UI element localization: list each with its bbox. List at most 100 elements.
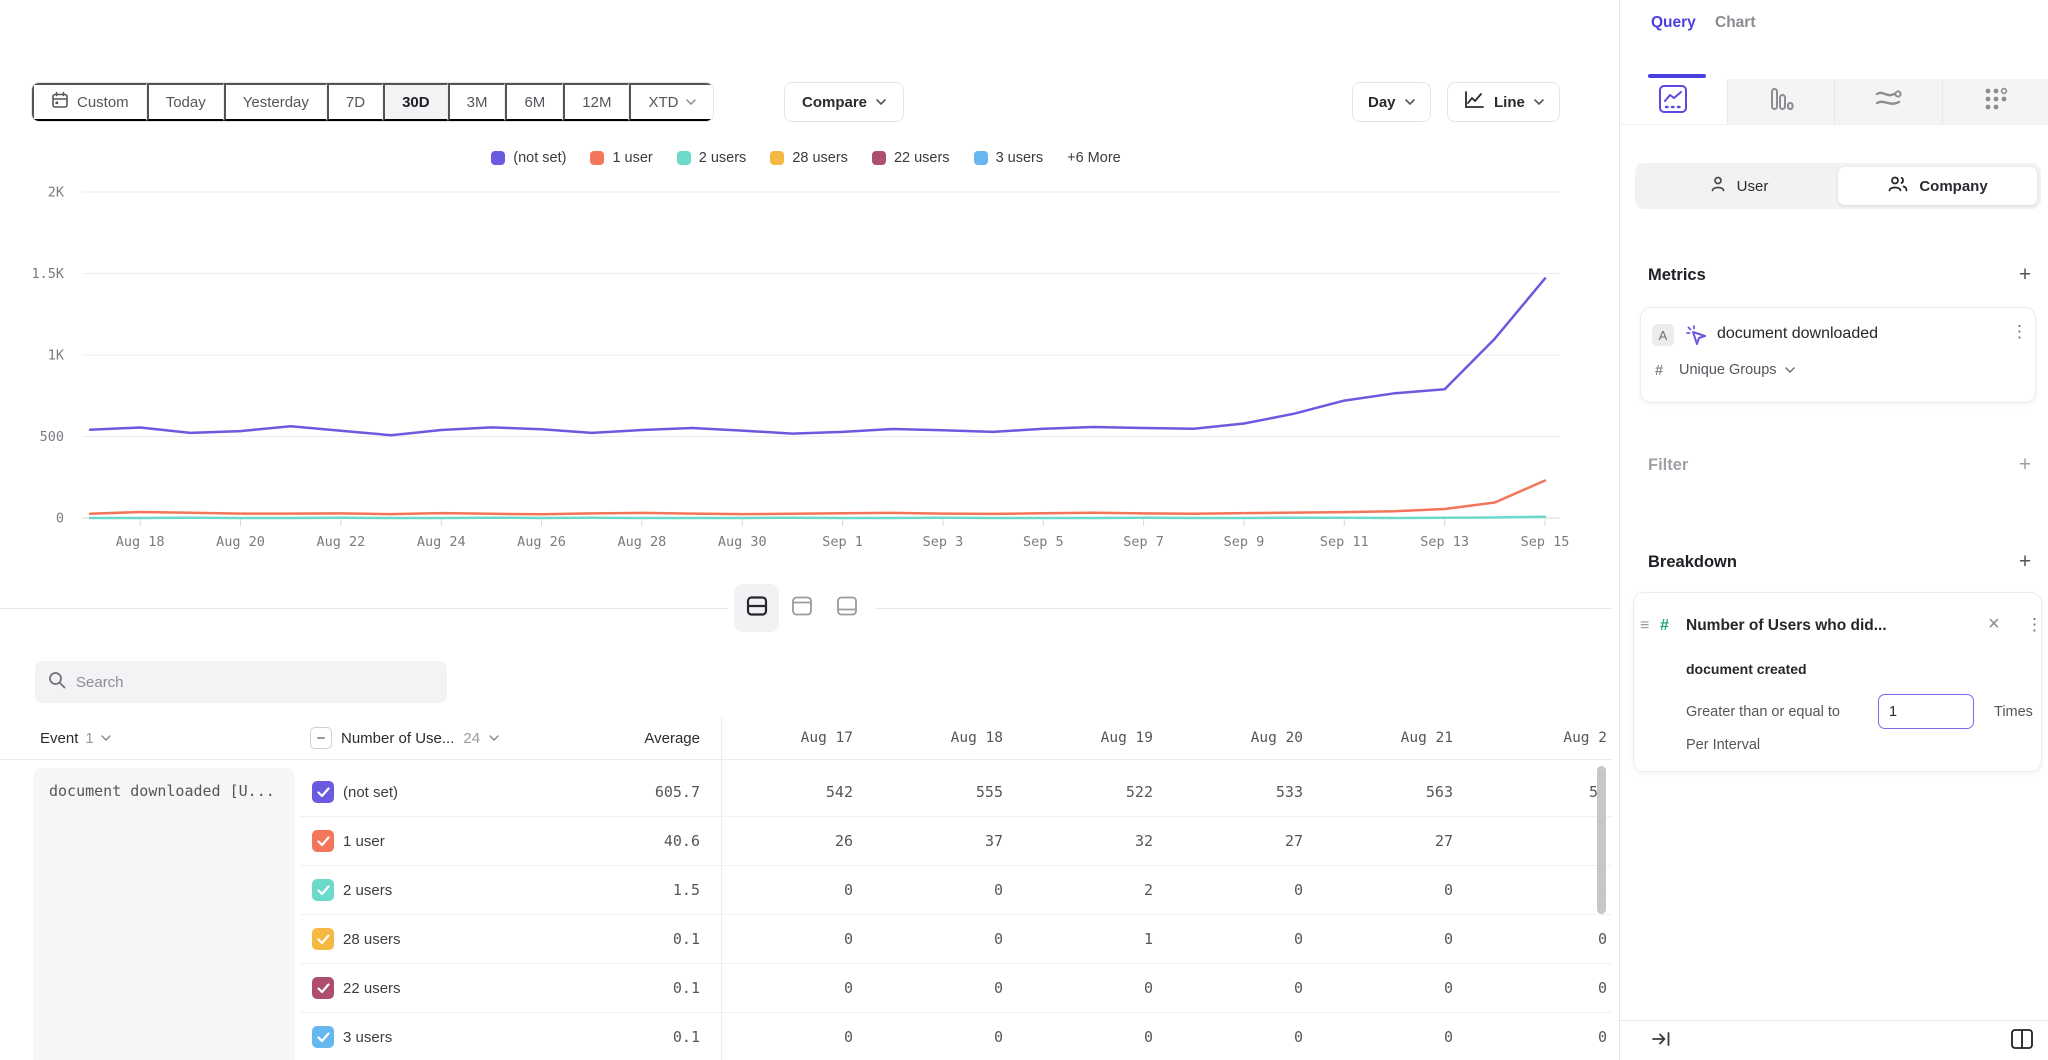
event-cell[interactable]: document downloaded [U... xyxy=(33,768,295,1060)
row-checkbox[interactable] xyxy=(312,977,334,999)
value-cell: 0 xyxy=(1172,881,1322,899)
range-button-7d[interactable]: 7D xyxy=(327,83,383,121)
users-count: 24 xyxy=(463,730,480,747)
date-range-group: Custom Today Yesterday 7D30D 3M 6M12MXTD xyxy=(31,82,714,122)
row-average: 0.1 xyxy=(540,979,700,997)
value-cell: 533 xyxy=(1172,783,1322,801)
range-button-3m[interactable]: 3M xyxy=(448,83,506,121)
table-scrollbar-thumb[interactable] xyxy=(1597,766,1606,914)
row-checkbox[interactable] xyxy=(312,928,334,950)
value-cell: 0 xyxy=(1172,930,1322,948)
value-cell: 0 xyxy=(1022,1028,1172,1046)
row-checkbox[interactable] xyxy=(312,879,334,901)
y-axis-label: 500 xyxy=(40,429,64,445)
range-button-custom[interactable]: Custom xyxy=(32,83,147,121)
scope-option-company[interactable]: Company xyxy=(1838,167,2037,205)
range-button-30d[interactable]: 30D xyxy=(383,83,448,121)
value-cell: 2 xyxy=(1472,832,1612,850)
value-cell: 0 xyxy=(1322,1028,1472,1046)
chevron-down-icon xyxy=(101,735,111,741)
close-icon[interactable]: × xyxy=(1988,613,2000,636)
x-axis-label: Aug 20 xyxy=(216,534,265,550)
breakdown-value-input[interactable] xyxy=(1878,694,1974,729)
range-button-6m[interactable]: 6M xyxy=(505,83,563,121)
add-metric-button[interactable]: + xyxy=(2014,264,2036,286)
range-button-yesterday[interactable]: Yesterday xyxy=(224,83,327,121)
compare-button[interactable]: Compare xyxy=(784,82,904,122)
chart-type-button[interactable]: Line xyxy=(1447,82,1560,122)
table-header: Event 1 − Number of Use... 24 Average Au… xyxy=(0,717,1612,759)
metric-measure-label: Unique Groups xyxy=(1679,362,1777,378)
chevron-down-icon xyxy=(686,99,696,105)
kebab-menu-icon[interactable]: ⋮ xyxy=(2011,322,2028,342)
search-input[interactable] xyxy=(76,674,434,691)
tab-chart[interactable]: Chart xyxy=(1715,14,1755,32)
panel-footer-divider xyxy=(1620,1020,2048,1021)
value-cell: 0 xyxy=(722,930,872,948)
metric-measure-dropdown[interactable]: Unique Groups xyxy=(1679,362,1795,378)
row-checkbox[interactable] xyxy=(312,830,334,852)
value-cell: 26 xyxy=(722,832,872,850)
tab-flow-chart[interactable] xyxy=(1834,79,1942,124)
value-cell: 0 xyxy=(722,979,872,997)
x-axis-label: Sep 11 xyxy=(1320,534,1369,550)
metric-event-name[interactable]: document downloaded xyxy=(1717,325,1878,343)
tab-query[interactable]: Query xyxy=(1651,14,1696,32)
range-label: Today xyxy=(166,94,206,111)
x-axis-label: Aug 30 xyxy=(718,534,767,550)
add-filter-button[interactable]: + xyxy=(2014,454,2036,476)
x-axis-label: Aug 24 xyxy=(417,534,466,550)
value-cell: 0 xyxy=(722,1028,872,1046)
users-column-header[interactable]: − Number of Use... 24 xyxy=(310,717,499,759)
table-row: 3 users0.1000000 xyxy=(300,1013,1612,1060)
y-axis-label: 2K xyxy=(48,185,65,201)
value-cell: 0 xyxy=(1322,979,1472,997)
range-button-12m[interactable]: 12M xyxy=(563,83,629,121)
x-axis-label: Sep 5 xyxy=(1023,534,1064,550)
drag-handle-icon[interactable]: ≡ xyxy=(1640,617,1649,635)
row-values: 26373227272 xyxy=(722,832,1612,850)
scope-option-user[interactable]: User xyxy=(1639,167,1838,205)
table-body: (not set)605.7542555522533563531 user40.… xyxy=(300,768,1612,1060)
breakdown-header: Breakdown xyxy=(1648,553,1737,572)
range-label: Yesterday xyxy=(243,94,309,111)
line-chart-icon xyxy=(1463,90,1485,114)
hash-icon: # xyxy=(1660,617,1669,635)
tab-bar-chart[interactable] xyxy=(1727,79,1835,124)
select-all-checkbox[interactable]: − xyxy=(310,727,332,749)
line-chart[interactable]: 05001K1.5K2KAug 18Aug 20Aug 22Aug 24Aug … xyxy=(0,130,1612,570)
row-label: 1 user xyxy=(343,833,385,850)
y-axis-label: 0 xyxy=(56,511,64,527)
row-checkbox[interactable] xyxy=(312,1026,334,1048)
table-header-rule xyxy=(0,759,1612,760)
split-panel-icon[interactable] xyxy=(2009,1026,2035,1057)
value-cell: 563 xyxy=(1322,783,1472,801)
people-icon xyxy=(1887,175,1909,197)
layout-toggle-split-view[interactable] xyxy=(734,584,779,632)
layout-toggle-chart-view[interactable] xyxy=(779,584,824,632)
event-count: 1 xyxy=(85,730,93,747)
add-breakdown-button[interactable]: + xyxy=(2014,551,2036,573)
average-column-header[interactable]: Average xyxy=(540,717,700,759)
x-axis-label: Sep 9 xyxy=(1224,534,1265,550)
breakdown-title[interactable]: Number of Users who did... xyxy=(1686,617,1887,635)
tab-grid-chart[interactable] xyxy=(1942,79,2048,124)
range-button-xtd[interactable]: XTD xyxy=(629,83,713,121)
granularity-button[interactable]: Day xyxy=(1352,82,1431,122)
range-button-today[interactable]: Today xyxy=(147,83,224,121)
date-column-header: Aug 20 xyxy=(1172,717,1322,759)
range-label: 3M xyxy=(467,94,488,111)
chart-type-tabs xyxy=(1620,79,2048,125)
collapse-panel-icon[interactable] xyxy=(1650,1028,1672,1055)
layout-toggle-table-view[interactable] xyxy=(824,584,869,632)
chevron-down-icon xyxy=(489,735,499,741)
breakdown-event-name[interactable]: document created xyxy=(1686,661,1807,677)
breakdown-card: ≡ # Number of Users who did... × ⋮ docum… xyxy=(1634,593,2041,771)
event-column-header[interactable]: Event 1 xyxy=(40,717,111,759)
kebab-menu-icon[interactable]: ⋮ xyxy=(2026,615,2043,635)
bar-chart-icon xyxy=(1768,86,1794,117)
value-cell: 0 xyxy=(1472,1028,1612,1046)
row-label: 2 users xyxy=(343,882,392,899)
tab-segmentation-chart[interactable] xyxy=(1620,79,1727,124)
row-checkbox[interactable] xyxy=(312,781,334,803)
